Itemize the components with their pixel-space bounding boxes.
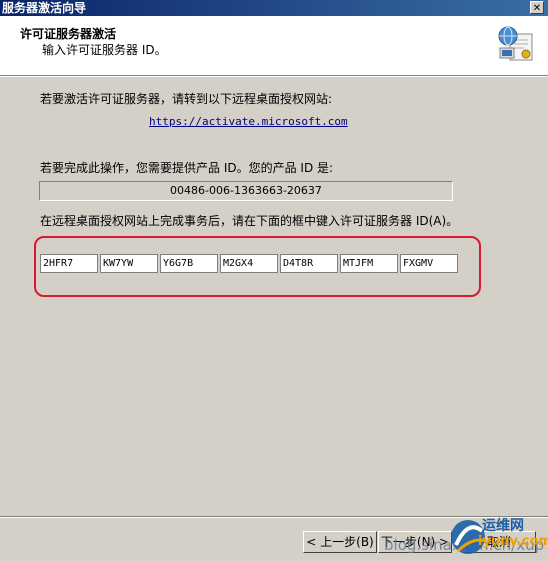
wizard-header: 许可证服务器激活 输入许可证服务器 ID。 — [0, 16, 548, 76]
product-id-field: 00486-006-1363663-20637 — [39, 181, 453, 201]
server-id-field-7[interactable]: FXGMV — [400, 254, 458, 273]
title-bar: 服务器激活向导 ✕ — [0, 0, 548, 16]
back-button[interactable]: < 上一步(B) — [303, 531, 377, 553]
server-id-field-6[interactable]: MTJFM — [340, 254, 398, 273]
server-id-field-4[interactable]: M2GX4 — [220, 254, 278, 273]
server-id-field-5[interactable]: D4T8R — [280, 254, 338, 273]
header-divider — [0, 76, 548, 77]
header-title: 许可证服务器激活 — [20, 27, 117, 41]
certificate-wizard-icon — [498, 26, 533, 61]
server-id-field-3[interactable]: Y6G7B — [160, 254, 218, 273]
header-subtitle: 输入许可证服务器 ID。 — [42, 43, 167, 57]
instruction-product-id: 若要完成此操作，您需要提供产品 ID。您的产品 ID 是: — [40, 161, 334, 175]
close-button[interactable]: ✕ — [530, 1, 544, 14]
server-id-field-1[interactable]: 2HFR7 — [40, 254, 98, 273]
close-icon: ✕ — [532, 3, 542, 14]
window-title: 服务器激活向导 — [2, 1, 87, 15]
server-id-field-2[interactable]: KW7YW — [100, 254, 158, 273]
logo-text-en: iyunv.com — [478, 534, 548, 549]
activation-url-link[interactable]: https://activate.microsoft.com — [149, 115, 348, 128]
instruction-enter-server-id: 在远程桌面授权网站上完成事务后，请在下面的框中键入许可证服务器 ID(A)。 — [40, 214, 459, 228]
instruction-visit-site: 若要激活许可证服务器，请转到以下远程桌面授权网站: — [40, 92, 333, 106]
logo-text-cn: 运维网 — [482, 518, 524, 534]
